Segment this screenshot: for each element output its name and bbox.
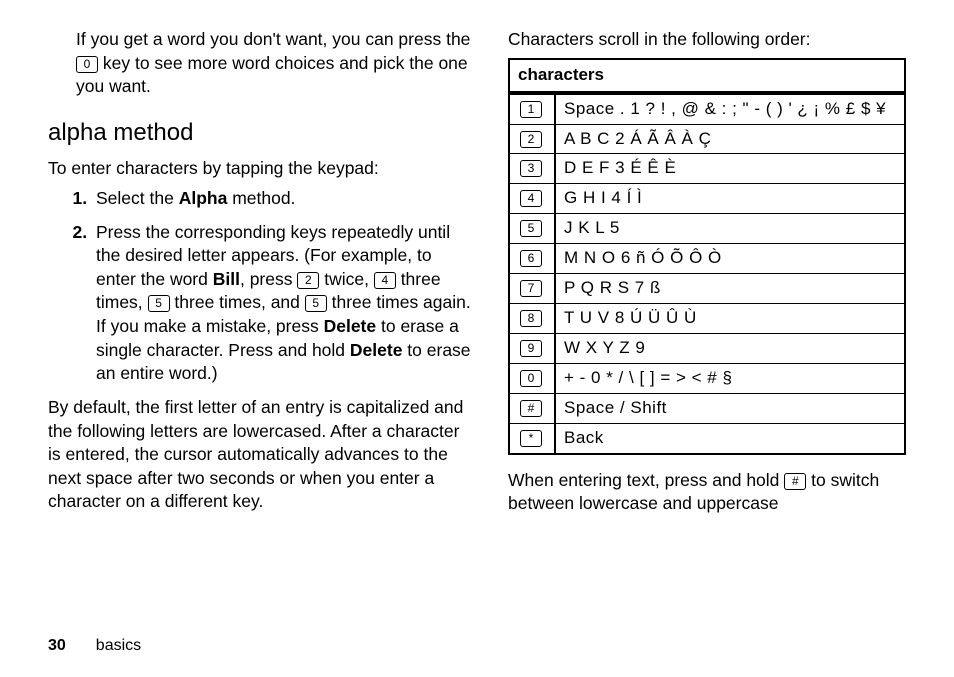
key-#-icon: # — [520, 400, 542, 417]
step2-bill: Bill — [213, 269, 240, 289]
section-heading: alpha method — [48, 117, 474, 149]
right-column: Characters scroll in the following order… — [508, 28, 906, 629]
table-cell-key: 7 — [509, 274, 555, 304]
intro-paragraph: If you get a word you don't want, you ca… — [76, 28, 474, 99]
table-cell-value: Back — [555, 423, 905, 453]
key-2-icon: 2 — [297, 272, 319, 289]
key-*-icon: * — [520, 430, 542, 447]
table-row: 2 A B C 2 Á Ã Â À Ç — [509, 124, 905, 154]
key-1-icon: 1 — [520, 101, 542, 118]
table-row: 8 T U V 8 Ú Ü Û Ù — [509, 304, 905, 334]
table-cell-key: 5 — [509, 214, 555, 244]
key-7-icon: 7 — [520, 280, 542, 297]
key-5a-icon: 5 — [148, 295, 170, 312]
lead-text: To enter characters by tapping the keypa… — [48, 157, 474, 181]
tail-a: When entering text, press and hold — [508, 470, 784, 490]
table-cell-value: D E F 3 É Ê È — [555, 154, 905, 184]
key-3-icon: 3 — [520, 160, 542, 177]
section-label: basics — [96, 635, 141, 657]
intro-text-a: If you get a word you don't want, you ca… — [76, 29, 470, 49]
step2-b: , press — [240, 269, 297, 289]
step-1: Select the Alpha method. — [92, 187, 474, 211]
table-row: 1 Space . 1 ? ! , @ & : ; " - ( ) ' ¿ ¡ %… — [509, 93, 905, 124]
table-cell-key: # — [509, 393, 555, 423]
page-footer: 30 basics — [48, 629, 906, 657]
table-cell-value: P Q R S 7 ß — [555, 274, 905, 304]
step1-a: Select the — [96, 188, 179, 208]
table-cell-key: 3 — [509, 154, 555, 184]
step2-e: three times, and — [170, 292, 305, 312]
key-5-icon: 5 — [520, 220, 542, 237]
table-cell-key: * — [509, 423, 555, 453]
step1-bold: Alpha — [179, 188, 228, 208]
key-4-icon: 4 — [374, 272, 396, 289]
delete-2: Delete — [350, 340, 403, 360]
steps-list: Select the Alpha method. Press the corre… — [70, 187, 474, 386]
key-6-icon: 6 — [520, 250, 542, 267]
table-cell-key: 0 — [509, 364, 555, 394]
key-9-icon: 9 — [520, 340, 542, 357]
table-cell-value: J K L 5 — [555, 214, 905, 244]
left-column: If you get a word you don't want, you ca… — [48, 28, 474, 629]
table-row: 5 J K L 5 — [509, 214, 905, 244]
step-2: Press the corresponding keys repeatedly … — [92, 221, 474, 386]
table-row: 6 M N O 6 ñ Ó Õ Ô Ò — [509, 244, 905, 274]
step1-b: method. — [227, 188, 295, 208]
tail-paragraph: When entering text, press and hold # to … — [508, 469, 906, 516]
delete-1: Delete — [324, 316, 377, 336]
table-row: 7 P Q R S 7 ß — [509, 274, 905, 304]
table-row: 4 G H I 4 Í Ì — [509, 184, 905, 214]
table-row: 0 + - 0 * / \ [ ] = > < # § — [509, 364, 905, 394]
page-number: 30 — [48, 635, 66, 657]
table-cell-key: 4 — [509, 184, 555, 214]
table-row: 3 D E F 3 É Ê È — [509, 154, 905, 184]
table-cell-value: W X Y Z 9 — [555, 334, 905, 364]
key-5b-icon: 5 — [305, 295, 327, 312]
key-hash-icon: # — [784, 473, 806, 490]
table-cell-value: Space / Shift — [555, 393, 905, 423]
key-8-icon: 8 — [520, 310, 542, 327]
key-0-icon: 0 — [76, 56, 98, 73]
table-cell-value: M N O 6 ñ Ó Õ Ô Ò — [555, 244, 905, 274]
table-cell-value: A B C 2 Á Ã Â À Ç — [555, 124, 905, 154]
table-row: # Space / Shift — [509, 393, 905, 423]
table-cell-key: 1 — [509, 93, 555, 124]
table-row: * Back — [509, 423, 905, 453]
table-row: 9 W X Y Z 9 — [509, 334, 905, 364]
table-header: characters — [509, 59, 905, 93]
table-cell-key: 9 — [509, 334, 555, 364]
right-intro: Characters scroll in the following order… — [508, 28, 906, 52]
table-cell-value: Space . 1 ? ! , @ & : ; " - ( ) ' ¿ ¡ % … — [555, 93, 905, 124]
key-4-icon: 4 — [520, 190, 542, 207]
key-0-icon: 0 — [520, 370, 542, 387]
key-2-icon: 2 — [520, 131, 542, 148]
table-cell-value: T U V 8 Ú Ü Û Ù — [555, 304, 905, 334]
table-cell-key: 8 — [509, 304, 555, 334]
table-cell-key: 6 — [509, 244, 555, 274]
default-behavior-paragraph: By default, the first letter of an entry… — [48, 396, 474, 514]
table-cell-key: 2 — [509, 124, 555, 154]
intro-text-b: key to see more word choices and pick th… — [76, 53, 468, 97]
table-cell-value: + - 0 * / \ [ ] = > < # § — [555, 364, 905, 394]
table-cell-value: G H I 4 Í Ì — [555, 184, 905, 214]
characters-table: characters 1 Space . 1 ? ! , @ & : ; " - … — [508, 58, 906, 455]
step2-c: twice, — [319, 269, 373, 289]
